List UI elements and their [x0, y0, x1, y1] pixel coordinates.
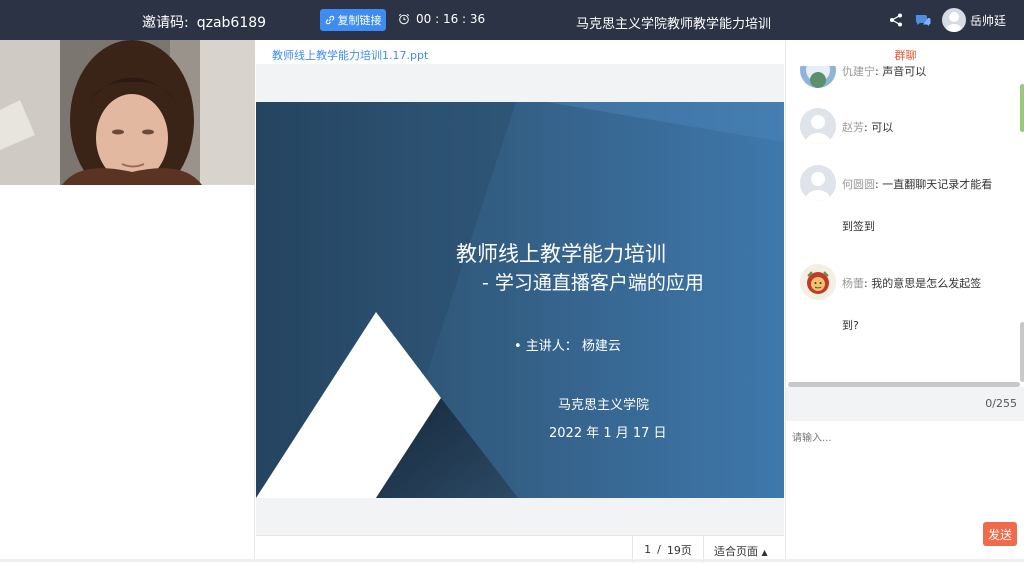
chat-input-area: 发送: [786, 421, 1024, 562]
user-avatar[interactable]: [942, 8, 966, 32]
document-viewer: 教师线上教学能力培训1.17.ppt 教师线上教学能力培训 - 学习通直播客户端…: [256, 40, 784, 563]
document-footer: 1 / 19页 适合页面 ▲: [256, 535, 784, 563]
slide-date: 2022 年 1 月 17 日: [549, 426, 667, 441]
current-page[interactable]: 1: [644, 543, 651, 556]
chat-message-text: 赵芳: 可以: [842, 121, 894, 134]
chat-bubbles-icon[interactable]: [914, 12, 932, 28]
char-counter-bar: 0/255: [786, 387, 1024, 421]
slide-title: 教师线上教学能力培训: [456, 242, 666, 266]
avatar: [800, 264, 836, 300]
page-separator: /: [657, 543, 661, 556]
chat-message-list[interactable]: 仇建宁: 声音可以 赵芳: 可以 何圆圆: 一直翻聊天记录才能看 到签到 杨蕾:…: [786, 66, 1024, 382]
chat-panel: 群聊 仇建宁: 声音可以 赵芳: 可以 何圆圆: 一直翻聊天记录才能看 到签到: [785, 40, 1024, 562]
avatar: [800, 66, 836, 88]
fit-page-dropdown[interactable]: 适合页面 ▲: [714, 543, 768, 559]
user-photo-avatar-icon: [800, 66, 836, 88]
avatar: [800, 165, 836, 201]
alarm-clock-icon: [398, 13, 410, 25]
total-pages: 19页: [666, 543, 692, 557]
send-button[interactable]: 发送: [983, 522, 1017, 546]
fit-page-label: 适合页面: [714, 545, 758, 558]
username: 岳帅廷: [970, 13, 1007, 28]
invite-code: 邀请码: qzab6189: [142, 12, 266, 32]
vertical-scrollbar[interactable]: [1020, 322, 1024, 382]
webcam-feed-image: [0, 40, 255, 185]
slide-subtitle: - 学习通直播客户端的应用: [482, 272, 704, 294]
chat-message-text: 何圆圆: 一直翻聊天记录才能看: [842, 178, 993, 191]
webcam-video: [0, 40, 255, 185]
caret-up-icon: ▲: [761, 548, 768, 557]
share-icon[interactable]: [888, 12, 904, 28]
copy-link-button[interactable]: 复制链接: [320, 9, 386, 31]
scroll-indicator: [1020, 84, 1024, 132]
invite-label: 邀请码:: [142, 15, 189, 31]
chat-message-text-continued: 到?: [842, 319, 859, 332]
chat-message-text-continued: 到签到: [842, 220, 875, 233]
slide-organization: 马克思主义学院: [558, 398, 650, 413]
chat-message-text: 杨蕾: 我的意思是怎么发起签: [842, 277, 982, 290]
default-avatar-icon: [800, 165, 836, 201]
default-avatar-icon: [945, 12, 963, 32]
top-actions: 岳帅廷: [888, 8, 1006, 32]
slide-canvas: 教师线上教学能力培训 - 学习通直播客户端的应用 • 主讲人： 杨建云 马克思主…: [256, 102, 784, 498]
top-bar: 邀请码: qzab6189 复制链接 00 : 16 : 36 马克思主义学院教师…: [0, 0, 1024, 40]
default-avatar-icon: [800, 108, 836, 144]
chat-message-text: 仇建宁: 声音可以: [842, 66, 927, 78]
invite-code-value: qzab6189: [196, 15, 267, 31]
cartoon-lion-avatar-icon: [800, 264, 836, 300]
page-title: 马克思主义学院教师教学能力培训: [576, 17, 772, 32]
slide-background: [256, 102, 784, 498]
document-header: 教师线上教学能力培训1.17.ppt: [256, 40, 784, 64]
avatar: [800, 108, 836, 144]
timer-value: 00 : 16 : 36: [416, 12, 486, 26]
tab-group-chat[interactable]: 群聊: [786, 40, 1024, 66]
chat-input[interactable]: [792, 429, 1018, 509]
char-counter: 0/255: [985, 397, 1017, 410]
document-file-name[interactable]: 教师线上教学能力培训1.17.ppt: [272, 47, 428, 63]
link-icon: [325, 15, 334, 25]
slide-presenter: • 主讲人： 杨建云: [514, 339, 621, 354]
left-panel-blank: [0, 185, 255, 562]
session-timer: 00 : 16 : 36: [398, 12, 485, 26]
copy-link-label: 复制链接: [337, 14, 382, 27]
